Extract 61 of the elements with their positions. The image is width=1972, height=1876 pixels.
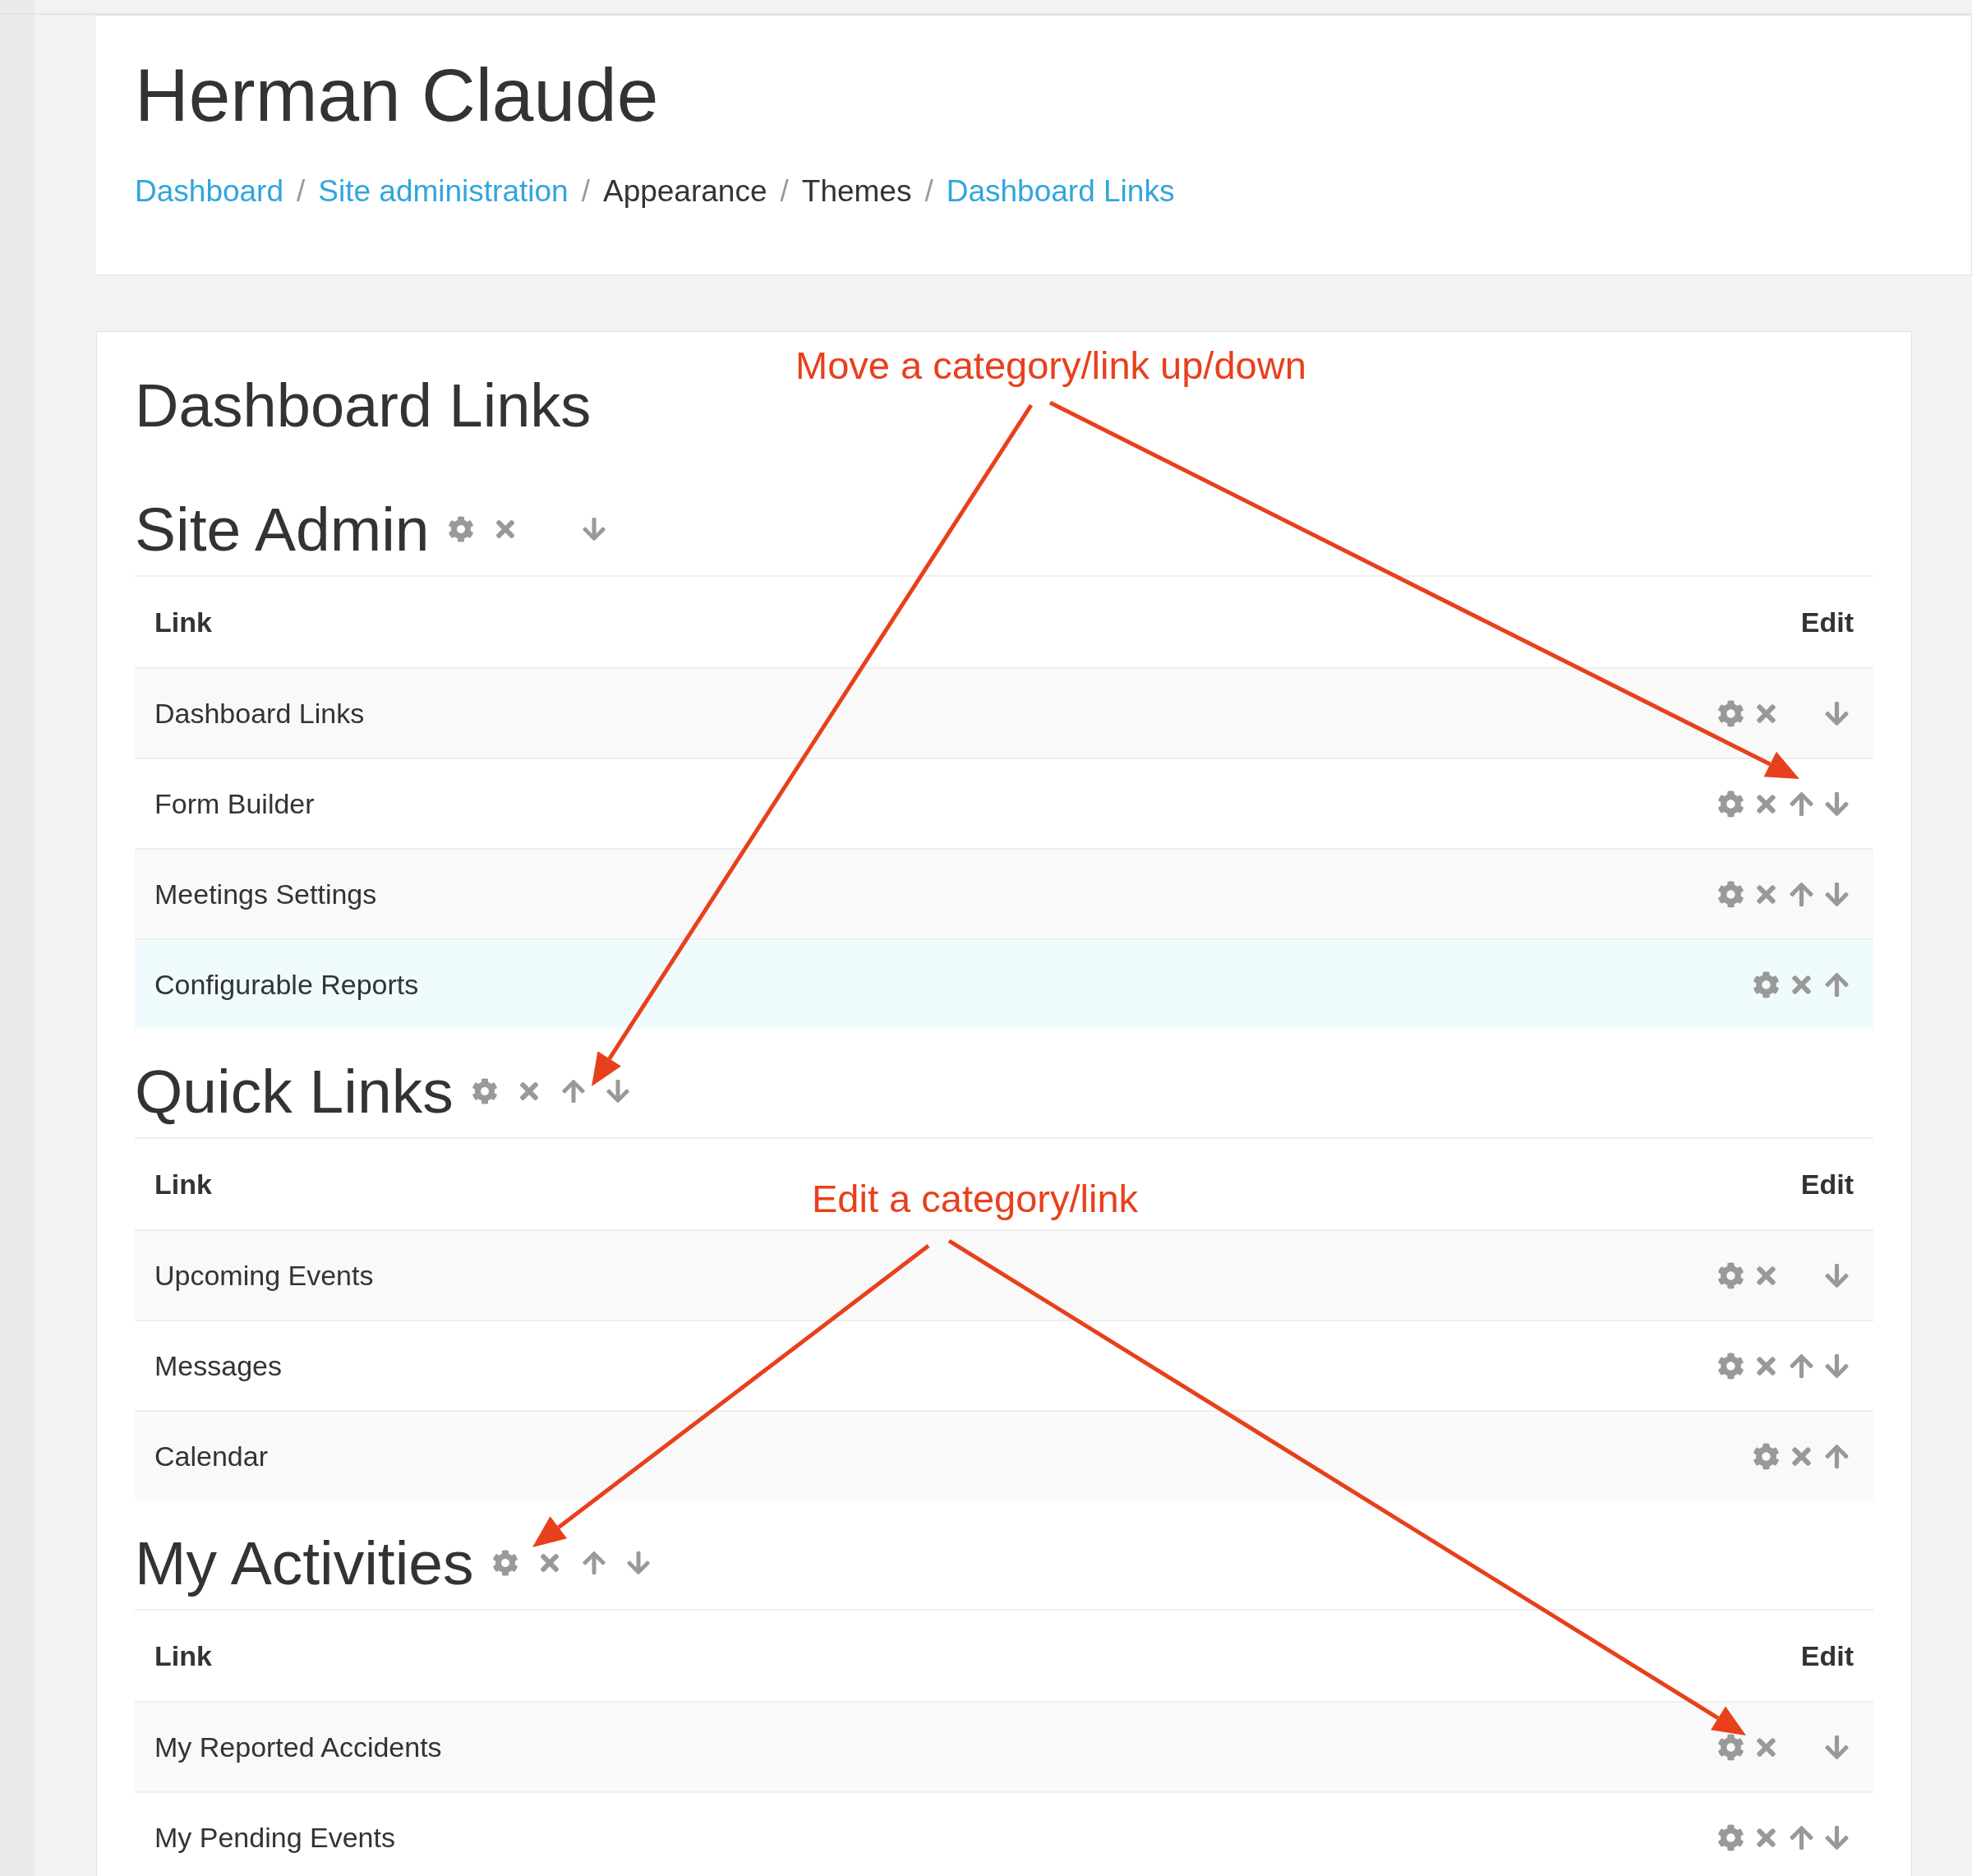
link-name: Meetings Settings [154,877,377,911]
column-header: Edit [1800,1167,1854,1201]
category-heading: Site Admin [135,496,430,562]
breadcrumb-separator: / [924,173,933,210]
category-heading: Quick Links [135,1058,454,1124]
arrow-up-icon[interactable] [1823,1442,1850,1470]
arrow-down-icon[interactable] [580,516,607,542]
breadcrumb-link[interactable]: Dashboard [135,173,283,210]
column-header: Link [154,605,212,639]
section-heading: Dashboard Links [135,373,592,439]
arrow-down-icon[interactable] [1823,1823,1850,1851]
column-header: Link [154,1639,212,1673]
breadcrumb-item: Appearance [602,173,767,210]
link-name: Configurable Reports [154,967,419,1002]
annotation-label: Edit a category/link [812,1176,1139,1222]
arrow-down-icon[interactable] [624,1550,652,1576]
arrow-up-icon[interactable] [1823,970,1850,998]
arrow-up-icon[interactable] [580,1550,607,1576]
arrow-up-icon[interactable] [1788,1352,1815,1380]
arrow-up-icon[interactable] [560,1078,587,1104]
link-name: My Pending Events [154,1820,395,1855]
annotation-label: Move a category/link up/down [795,343,1306,389]
link-name: Form Builder [154,786,315,821]
arrow-down-icon[interactable] [604,1078,631,1104]
breadcrumb-link[interactable]: Dashboard Links [946,173,1175,210]
gear-icon[interactable] [1717,1352,1744,1380]
arrow-down-icon[interactable] [1823,790,1850,818]
breadcrumb-item: Themes [801,173,912,210]
arrow-down-icon[interactable] [1823,1261,1850,1289]
gear-icon[interactable] [1717,699,1744,727]
gear-icon[interactable] [1753,1442,1780,1470]
gear-icon[interactable] [491,1550,518,1576]
category-heading: My Activities [135,1530,474,1596]
link-name: Upcoming Events [154,1258,374,1293]
link-name: Calendar [154,1439,268,1473]
breadcrumb-separator: / [581,173,590,210]
link-name: Dashboard Links [154,696,365,731]
gear-icon[interactable] [1717,1261,1744,1289]
arrow-down-icon[interactable] [1823,1352,1850,1380]
arrow-down-icon[interactable] [1823,880,1850,908]
gear-icon[interactable] [1717,790,1744,818]
arrow-down-icon[interactable] [1823,699,1850,727]
breadcrumb-separator: / [297,173,306,210]
column-header: Edit [1800,605,1854,639]
breadcrumb-separator: / [780,173,789,210]
gear-icon[interactable] [471,1078,498,1104]
gear-icon[interactable] [447,516,474,542]
gear-icon[interactable] [1717,1823,1744,1851]
arrow-up-icon[interactable] [1788,1823,1815,1851]
page-heading: Herman Claude [135,56,659,135]
gear-icon[interactable] [1717,880,1744,908]
column-header: Edit [1800,1639,1854,1673]
arrow-up-icon[interactable] [1788,880,1815,908]
link-name: Messages [154,1348,282,1383]
breadcrumb-link[interactable]: Site administration [318,173,569,210]
gear-icon[interactable] [1753,970,1780,998]
arrow-up-icon[interactable] [1788,790,1815,818]
link-name: My Reported Accidents [154,1730,442,1764]
column-header: Link [154,1167,212,1201]
arrow-down-icon[interactable] [1823,1733,1850,1761]
gear-icon[interactable] [1717,1733,1744,1761]
